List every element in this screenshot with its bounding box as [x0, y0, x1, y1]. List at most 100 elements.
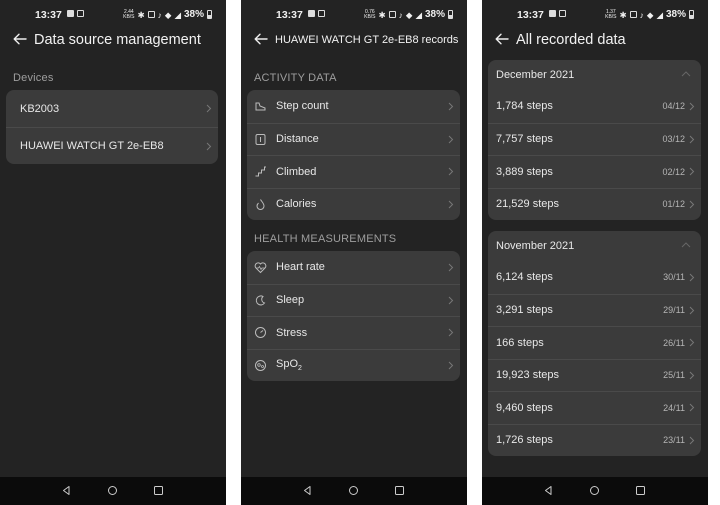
chevron-right-icon: [689, 436, 695, 445]
device-row-huawei-watch[interactable]: HUAWEI WATCH GT 2e-EB8: [6, 127, 218, 164]
step-record-row[interactable]: 166 steps 26/11: [488, 326, 701, 359]
status-time: 13:37: [276, 9, 303, 21]
battery-percent: 38%: [665, 9, 686, 20]
step-record-row[interactable]: 1,726 steps 23/11: [488, 423, 701, 457]
record-row-climbed[interactable]: Climbed: [247, 155, 460, 188]
month-header[interactable]: November 2021: [488, 231, 701, 261]
app-header: All recorded data: [482, 28, 708, 52]
record-row-spo2[interactable]: SpO2: [247, 348, 460, 382]
record-row-heart-rate[interactable]: Heart rate: [247, 251, 460, 284]
month-label: December 2021: [496, 69, 575, 81]
back-arrow-icon[interactable]: [253, 31, 269, 47]
screen-all-recorded-data: 13:37 1.37 KB/S ✱ ♪ ◆ ◢ 38% All recorded …: [482, 0, 708, 505]
month-rows: 6,124 steps 30/11 3,291 steps 29/11 166 …: [488, 261, 701, 456]
chevron-up-icon: [681, 242, 691, 248]
step-record-row[interactable]: 3,889 steps 02/12: [488, 155, 701, 188]
record-row-distance[interactable]: Distance: [247, 122, 460, 156]
month-card-december: December 2021 1,784 steps 04/12 7,757 st…: [488, 60, 701, 220]
system-icons: 2.44 KB/S ✱ ♪ ◆ ◢ 38%: [123, 9, 212, 20]
nav-home-icon[interactable]: [589, 485, 600, 496]
status-bar: 13:37 0.76 KB/S ✱ ♪ ◆ ◢ 38%: [241, 0, 467, 28]
chevron-right-icon: [689, 200, 695, 209]
back-arrow-icon[interactable]: [12, 31, 28, 47]
distance-icon: [254, 133, 267, 146]
step-count-value: 3,889 steps: [496, 165, 553, 178]
record-date: 26/11: [663, 337, 685, 348]
app-header: Data source management: [0, 28, 226, 52]
system-icons: 1.37 KB/S ✱ ♪ ◆ ◢ 38%: [605, 9, 694, 20]
chevron-right-icon: [448, 200, 454, 209]
record-label: Distance: [276, 133, 319, 146]
month-label: November 2021: [496, 240, 575, 252]
gauge-icon: [254, 326, 267, 339]
step-record-row[interactable]: 19,923 steps 25/11: [488, 358, 701, 392]
record-date: 03/12: [662, 134, 685, 145]
record-date: 02/12: [662, 166, 685, 177]
step-record-row[interactable]: 21,529 steps 01/12: [488, 187, 701, 221]
record-row-step-count[interactable]: Step count: [247, 90, 460, 123]
chevron-right-icon: [206, 142, 212, 151]
notification-icons: [308, 10, 325, 17]
record-row-sleep[interactable]: Sleep: [247, 283, 460, 317]
step-count-value: 7,757 steps: [496, 133, 553, 146]
oxygen-icon: [254, 359, 267, 372]
image-notification-icon: [549, 10, 556, 17]
step-count-value: 3,291 steps: [496, 304, 553, 317]
chevron-up-icon: [681, 71, 691, 77]
battery-icon: [689, 10, 694, 19]
back-arrow-icon[interactable]: [494, 31, 510, 47]
wifi-icon: ◆: [164, 9, 172, 20]
wifi-icon: ◆: [405, 9, 413, 20]
nav-back-icon[interactable]: [61, 485, 72, 496]
screen-data-source-management: 13:37 2.44 KB/S ✱ ♪ ◆ ◢ 38% Data source m…: [0, 0, 226, 505]
nav-back-icon[interactable]: [302, 485, 313, 496]
page-title: All recorded data: [516, 32, 626, 48]
record-date: 04/12: [662, 101, 685, 112]
device-label: KB2003: [20, 102, 60, 115]
step-count-value: 1,784 steps: [496, 100, 553, 113]
system-nav-bar: [482, 477, 708, 505]
step-record-row[interactable]: 1,784 steps 04/12: [488, 90, 701, 123]
chevron-right-icon: [689, 403, 695, 412]
nav-recents-icon[interactable]: [153, 485, 164, 496]
image-notification-icon: [67, 10, 74, 17]
step-record-row[interactable]: 6,124 steps 30/11: [488, 261, 701, 294]
nfc-icon: [388, 11, 396, 18]
chevron-right-icon: [448, 328, 454, 337]
chevron-right-icon: [689, 338, 695, 347]
nav-home-icon[interactable]: [348, 485, 359, 496]
nav-recents-icon[interactable]: [635, 485, 646, 496]
bell-muted-icon: ♪: [639, 9, 644, 20]
record-date: 25/11: [663, 370, 685, 381]
step-record-row[interactable]: 3,291 steps 29/11: [488, 293, 701, 327]
sleep-icon: [254, 294, 267, 307]
devices-section-label: Devices: [13, 72, 54, 84]
nfc-icon: [629, 11, 637, 18]
battery-percent: 38%: [183, 9, 204, 20]
device-row-kb2003[interactable]: KB2003: [6, 90, 218, 127]
record-label: Stress: [276, 326, 308, 339]
network-speed: 0.76 KB/S: [364, 8, 376, 20]
message-notification-icon: [559, 10, 566, 17]
devices-card: KB2003 HUAWEI WATCH GT 2e-EB8: [6, 90, 218, 164]
image-notification-icon: [308, 10, 315, 17]
record-label: Step count: [276, 100, 329, 113]
record-label: Climbed: [276, 165, 317, 178]
record-date: 23/11: [663, 435, 685, 446]
nav-home-icon[interactable]: [107, 485, 118, 496]
step-count-value: 9,460 steps: [496, 401, 553, 414]
battery-icon: [448, 10, 453, 19]
chevron-right-icon: [448, 361, 454, 370]
step-record-row[interactable]: 9,460 steps 24/11: [488, 391, 701, 424]
record-row-stress[interactable]: Stress: [247, 316, 460, 349]
nav-back-icon[interactable]: [543, 485, 554, 496]
month-header[interactable]: December 2021: [488, 60, 701, 90]
page-title: HUAWEI WATCH GT 2e-EB8 records: [275, 34, 459, 46]
record-label: SpO2: [276, 358, 302, 373]
chevron-right-icon: [448, 263, 454, 272]
bluetooth-icon: ✱: [619, 9, 627, 20]
step-record-row[interactable]: 7,757 steps 03/12: [488, 122, 701, 156]
nav-recents-icon[interactable]: [394, 485, 405, 496]
record-label: Calories: [276, 198, 317, 211]
record-row-calories[interactable]: Calories: [247, 187, 460, 221]
